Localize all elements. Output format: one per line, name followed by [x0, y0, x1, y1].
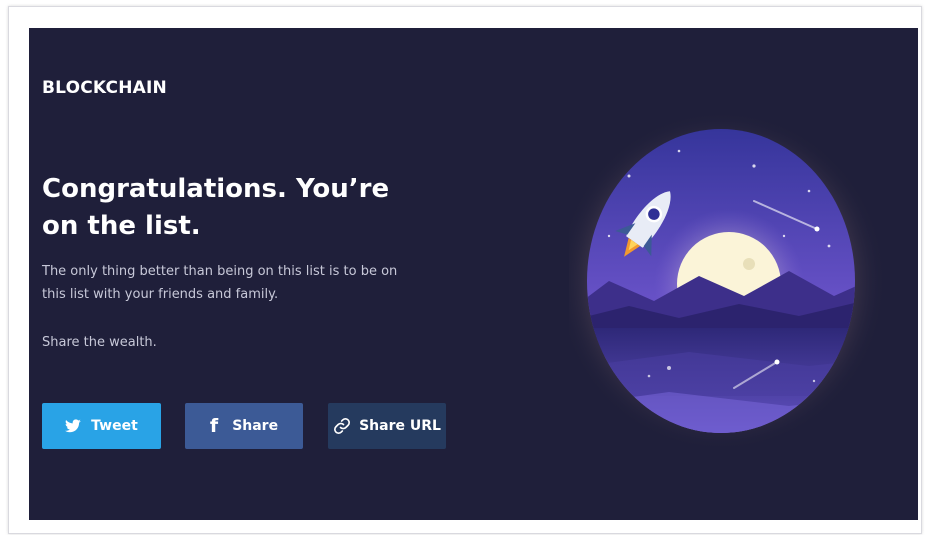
page-title: Congratulations. You’re on the list.: [42, 174, 390, 241]
facebook-share-label: Share: [232, 418, 279, 434]
facebook-icon: f: [209, 415, 219, 437]
tweet-button[interactable]: Tweet: [42, 403, 161, 449]
share-prompt: Share the wealth.: [42, 335, 157, 350]
signup-confirmation-panel: BLOCKCHAIN Congratulations. You’re on th…: [29, 28, 918, 520]
facebook-share-button[interactable]: f Share: [185, 403, 303, 449]
twitter-bird-icon: [65, 419, 81, 433]
brand-logo[interactable]: BLOCKCHAIN: [42, 78, 167, 98]
rocket-moon-illustration: [556, 106, 899, 451]
link-icon: [333, 417, 351, 435]
share-url-label: Share URL: [359, 418, 441, 434]
share-url-button[interactable]: Share URL: [328, 403, 446, 449]
description-text: The only thing better than being on this…: [42, 264, 398, 302]
tweet-button-label: Tweet: [91, 418, 138, 434]
